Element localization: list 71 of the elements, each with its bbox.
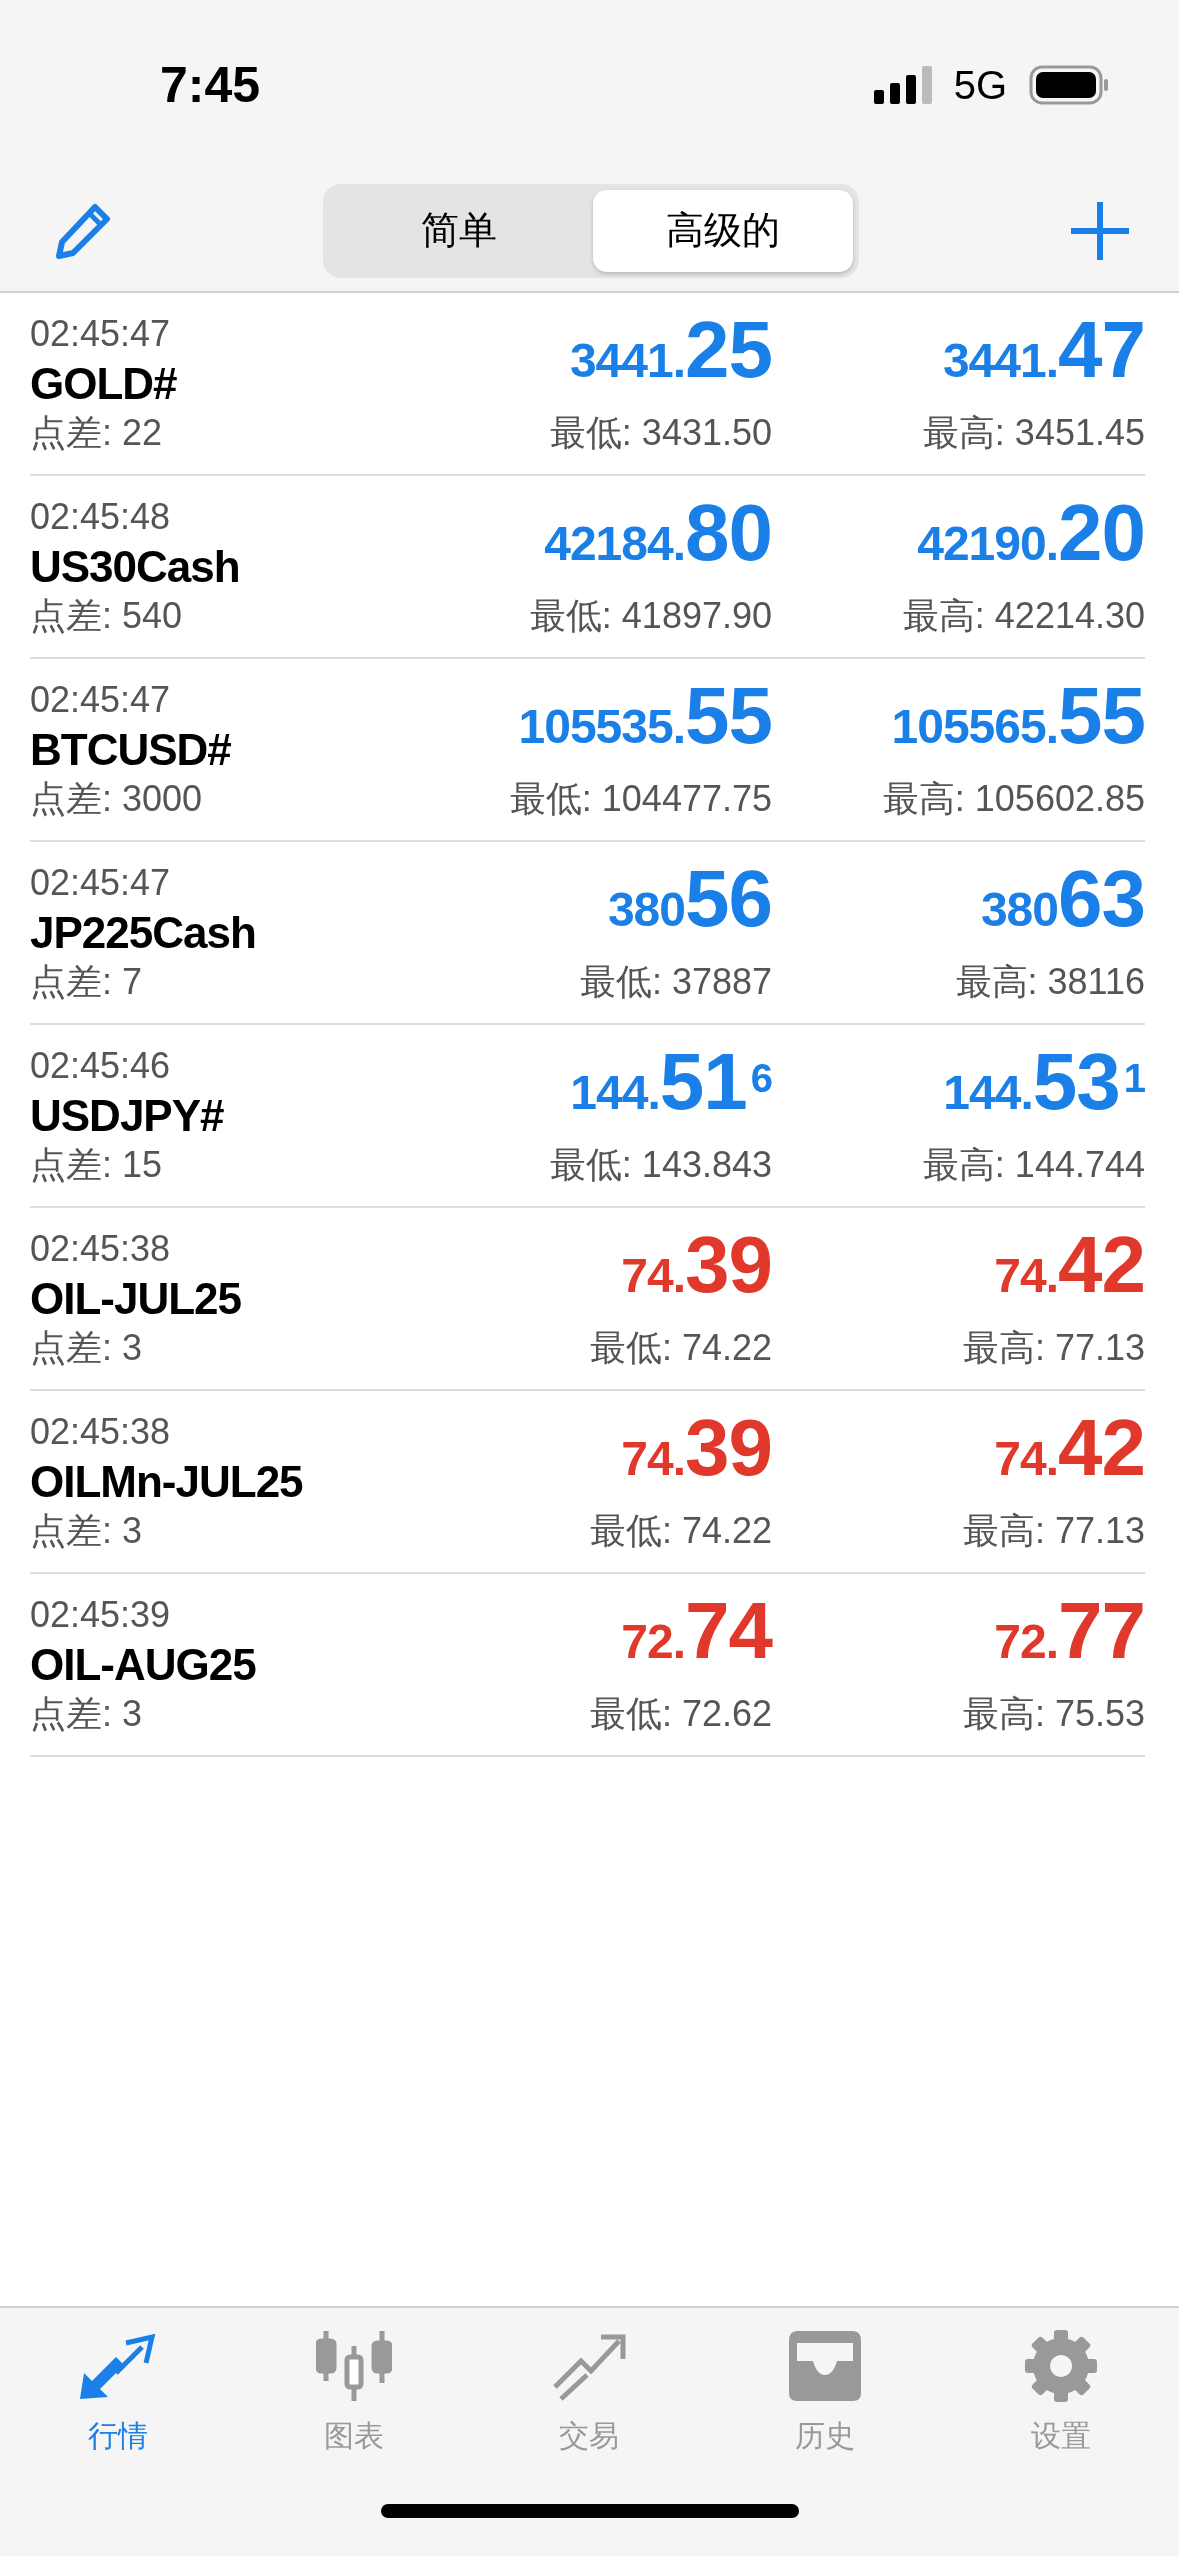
- low-label: 最低: 41897.90: [529, 593, 772, 638]
- segment-tab[interactable]: 高级的: [593, 189, 853, 272]
- quote-time: 02:45:47: [30, 860, 172, 905]
- high-label: 最高: 42214.30: [902, 593, 1145, 638]
- quote-time: 02:45:38: [30, 1226, 172, 1271]
- quote-time: 02:45:39: [30, 1592, 172, 1637]
- low-label: 最低: 3431.50: [549, 410, 772, 455]
- edit-icon[interactable]: [55, 202, 111, 259]
- ask-price[interactable]: 74.42: [994, 1409, 1145, 1508]
- tab-item[interactable]: 设置: [943, 2324, 1179, 2474]
- battery-icon: [1029, 65, 1109, 105]
- bid-price[interactable]: 42184.80: [544, 494, 772, 593]
- ask-price[interactable]: 3441.47: [942, 311, 1145, 410]
- tab-item[interactable]: 交易: [471, 2324, 708, 2474]
- inbox-icon: [787, 2331, 864, 2401]
- spread-label: 点差: 3000: [30, 776, 204, 821]
- quote-time: 02:45:38: [30, 1409, 172, 1454]
- settings-icon: [1025, 2330, 1098, 2402]
- spread-label: 点差: 22: [30, 410, 164, 455]
- arrows-icon: [79, 2333, 156, 2399]
- bid-price[interactable]: 72.74: [621, 1592, 772, 1691]
- low-label: 最低: 104477.75: [509, 776, 772, 821]
- symbol-name[interactable]: OILMn-JUL25: [30, 1455, 442, 1508]
- bid-price[interactable]: 38056: [607, 860, 772, 959]
- candlestick-icon: [315, 2331, 392, 2401]
- ask-price[interactable]: 74.42: [994, 1226, 1145, 1325]
- bid-price[interactable]: 74.39: [621, 1409, 772, 1508]
- high-label: 最高: 144.744: [922, 1142, 1145, 1187]
- quote-time: 02:45:46: [30, 1043, 172, 1088]
- clock-time: 7:45: [160, 56, 262, 114]
- high-label: 最高: 38116: [955, 959, 1145, 1004]
- low-label: 最低: 74.22: [589, 1508, 772, 1553]
- spread-label: 点差: 15: [30, 1142, 164, 1187]
- symbol-name[interactable]: USDJPY#: [30, 1089, 442, 1142]
- ask-price[interactable]: 72.77: [994, 1592, 1145, 1691]
- add-icon[interactable]: [1071, 201, 1129, 260]
- quote-time: 02:45:48: [30, 494, 172, 539]
- symbol-name[interactable]: BTCUSD#: [30, 723, 442, 776]
- spread-label: 点差: 3: [30, 1691, 144, 1736]
- symbol-name[interactable]: OIL-AUG25: [30, 1638, 442, 1691]
- spread-label: 点差: 3: [30, 1508, 144, 1553]
- high-label: 最高: 3451.45: [922, 410, 1145, 455]
- segment-tab[interactable]: 简单: [329, 189, 589, 272]
- ask-price[interactable]: 42190.20: [917, 494, 1145, 593]
- ask-price[interactable]: 38063: [980, 860, 1145, 959]
- bid-price[interactable]: 74.39: [621, 1226, 772, 1325]
- low-label: 最低: 37887: [579, 959, 772, 1004]
- high-label: 最高: 77.13: [962, 1325, 1145, 1370]
- quote-time: 02:45:47: [30, 677, 172, 722]
- tab-item[interactable]: 行情: [0, 2324, 236, 2474]
- spread-label: 点差: 3: [30, 1325, 144, 1370]
- quote-time: 02:45:47: [30, 311, 172, 356]
- low-label: 最低: 143.843: [549, 1142, 772, 1187]
- tab-item[interactable]: 历史: [707, 2324, 944, 2474]
- symbol-name[interactable]: GOLD#: [30, 357, 442, 410]
- low-label: 最低: 72.62: [589, 1691, 772, 1736]
- high-label: 最高: 77.13: [962, 1508, 1145, 1553]
- bid-price[interactable]: 3441.25: [569, 311, 772, 410]
- ask-price[interactable]: 105565.55: [891, 677, 1145, 776]
- bid-price[interactable]: 105535.55: [518, 677, 772, 776]
- symbol-name[interactable]: US30Cash: [30, 540, 442, 593]
- high-label: 最高: 75.53: [962, 1691, 1145, 1736]
- low-label: 最低: 74.22: [589, 1325, 772, 1370]
- symbol-name[interactable]: JP225Cash: [30, 906, 442, 959]
- signal-icon: [873, 66, 932, 104]
- network-label: 5G: [953, 62, 1007, 108]
- tab-item[interactable]: 图表: [235, 2324, 472, 2474]
- spread-label: 点差: 540: [30, 593, 184, 638]
- spread-label: 点差: 7: [30, 959, 144, 1004]
- symbol-name[interactable]: OIL-JUL25: [30, 1272, 442, 1325]
- high-label: 最高: 105602.85: [882, 776, 1145, 821]
